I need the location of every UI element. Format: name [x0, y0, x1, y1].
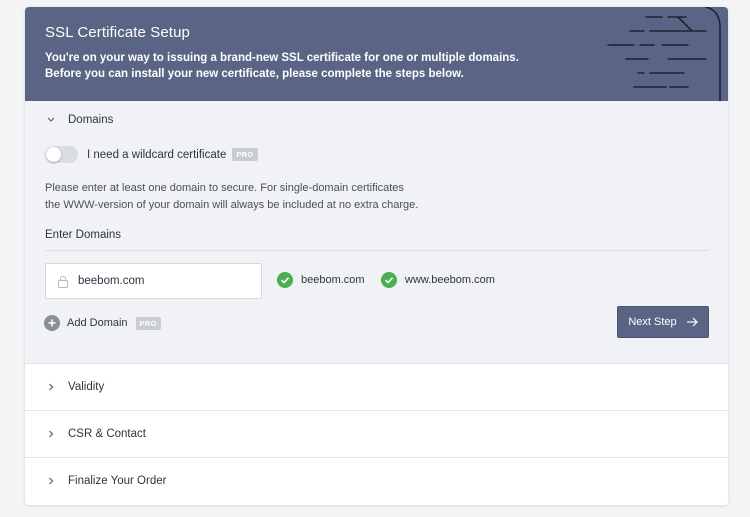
verified-domain-1: beebom.com — [277, 272, 365, 288]
chevron-right-icon — [49, 430, 54, 438]
next-step-label: Next Step — [628, 316, 677, 328]
ssl-setup-card: SSL Certificate Setup You're on your way… — [25, 7, 728, 505]
pro-badge: PRO — [135, 316, 161, 330]
validity-section[interactable]: Validity — [25, 364, 728, 411]
chevron-right-icon — [49, 477, 54, 485]
domains-section: Domains I need a wildcard certificate PR… — [25, 101, 728, 364]
divider — [45, 250, 709, 251]
wildcard-toggle[interactable] — [45, 146, 78, 163]
verified-domain-label: www.beebom.com — [405, 274, 495, 286]
plus-circle-icon — [44, 315, 60, 331]
finalize-order-section-header[interactable]: Finalize Your Order — [44, 474, 166, 488]
add-domain-label: Add Domain — [67, 317, 128, 329]
chevron-right-icon — [49, 383, 54, 391]
domain-input[interactable] — [78, 275, 238, 287]
domains-section-header[interactable]: Domains — [44, 113, 113, 127]
chevron-down-icon — [47, 117, 55, 122]
check-circle-icon — [277, 272, 293, 288]
enter-domains-label: Enter Domains — [45, 229, 122, 241]
next-step-button[interactable]: Next Step — [617, 306, 709, 338]
lock-icon — [58, 275, 68, 288]
csr-contact-section-label: CSR & Contact — [68, 428, 146, 440]
setup-header: SSL Certificate Setup You're on your way… — [25, 7, 728, 101]
check-circle-icon — [381, 272, 397, 288]
validity-section-label: Validity — [68, 381, 105, 393]
toggle-knob — [46, 147, 61, 162]
arrow-right-icon — [686, 317, 698, 327]
pro-badge: PRO — [232, 148, 258, 161]
finalize-order-section-label: Finalize Your Order — [68, 475, 167, 487]
verified-domain-label: beebom.com — [301, 274, 365, 286]
validity-section-header[interactable]: Validity — [44, 380, 104, 394]
finalize-order-section[interactable]: Finalize Your Order — [25, 458, 728, 505]
domain-input-field[interactable] — [45, 263, 262, 299]
domain-help-text: Please enter at least one domain to secu… — [45, 182, 419, 211]
wildcard-label: I need a wildcard certificate — [87, 148, 227, 161]
domains-section-label: Domains — [68, 114, 114, 126]
wildcard-row: I need a wildcard certificate PRO — [45, 146, 258, 163]
csr-contact-section[interactable]: CSR & Contact — [25, 411, 728, 458]
verified-domain-2: www.beebom.com — [381, 272, 495, 288]
csr-contact-section-header[interactable]: CSR & Contact — [44, 427, 146, 441]
add-domain-button[interactable]: Add Domain PRO — [44, 315, 161, 331]
decorative-lines-icon — [607, 7, 721, 101]
